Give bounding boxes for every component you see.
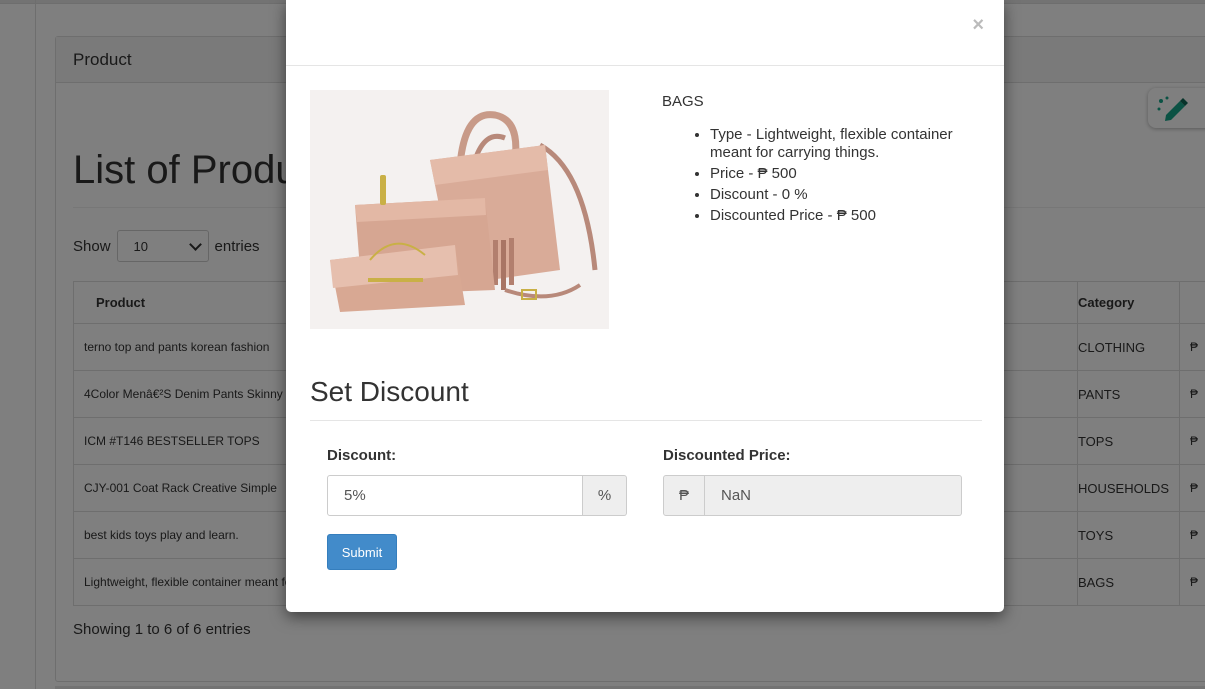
detail-discount: Discount - 0 %	[710, 186, 982, 204]
set-discount-heading: Set Discount	[310, 376, 469, 407]
detail-type: Type - Lightweight, flexible container m…	[710, 126, 982, 162]
peso-addon: ₱	[663, 475, 705, 516]
modal-header: ×	[286, 0, 1004, 66]
product-image	[310, 90, 609, 329]
product-modal: × BAGS • Type - Lightweight, flexible co…	[286, 0, 1004, 612]
section-divider	[310, 420, 982, 421]
detail-discounted-price: Discounted Price - ₱ 500	[710, 207, 982, 225]
detail-price: Price - ₱ 500	[710, 165, 982, 183]
product-name: BAGS	[662, 93, 704, 110]
submit-button[interactable]: Submit	[327, 534, 397, 570]
discounted-price-label: Discounted Price:	[663, 447, 791, 464]
discounted-price-field[interactable]: NaN	[705, 475, 962, 516]
discount-input[interactable]: 5%	[327, 475, 583, 516]
handbag-set-illustration	[310, 90, 609, 329]
close-icon[interactable]: ×	[972, 14, 984, 37]
discount-label: Discount:	[327, 447, 397, 464]
percent-addon: %	[583, 475, 627, 516]
product-details-list: Type - Lightweight, flexible container m…	[662, 126, 982, 228]
discounted-price-input-group: ₱ NaN	[663, 475, 962, 516]
discount-input-group: 5% %	[327, 475, 627, 516]
